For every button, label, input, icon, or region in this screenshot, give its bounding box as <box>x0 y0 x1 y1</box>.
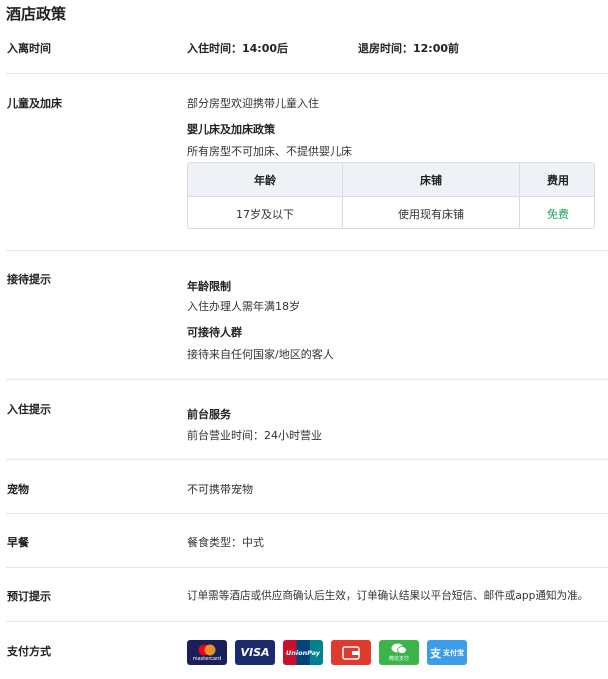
wechat-pay-icon: 微信支付 <box>379 640 419 665</box>
breakfast-label: 早餐 <box>7 536 29 549</box>
alipay-glyph-icon: 支 <box>430 646 441 660</box>
divider <box>6 621 608 622</box>
front-desk-text: 前台营业时间：24小时营业 <box>187 429 322 442</box>
cell-bed: 使用现有床铺 <box>398 207 464 221</box>
wallet-glyph-icon <box>342 645 360 660</box>
page-title: 酒店政策 <box>6 5 67 23</box>
header-age: 年龄 <box>254 173 276 187</box>
age-limit-text: 入住办理人需年满18岁 <box>187 300 300 313</box>
checkin-label: 入离时间 <box>7 42 51 55</box>
booking-label: 预订提示 <box>7 590 51 603</box>
crib-policy-text: 所有房型不可加床、不提供婴儿床 <box>187 145 352 158</box>
children-intro: 部分房型欢迎携带儿童入住 <box>187 97 319 110</box>
header-bed: 床铺 <box>420 173 442 187</box>
cell-fee: 免费 <box>547 207 569 221</box>
unionpay-icon: UnionPay <box>283 640 323 665</box>
booking-text: 订单需等酒店或供应商确认后生效，订单确认结果以平台短信、邮件或app通知为准。 <box>187 590 589 602</box>
mastercard-text: mastercard <box>192 655 222 662</box>
checkin-time-row: 入住时间：14:00后 <box>187 40 288 56</box>
reception-label: 接待提示 <box>7 273 51 286</box>
cell-age: 17岁及以下 <box>236 207 294 221</box>
visa-icon: VISA <box>235 640 275 665</box>
payment-label: 支付方式 <box>7 645 51 658</box>
crib-policy-title: 婴儿床及加床政策 <box>187 123 275 136</box>
alipay-text: 支付宝 <box>443 648 464 657</box>
divider <box>6 250 608 251</box>
wallet-icon <box>331 640 371 665</box>
front-desk-title: 前台服务 <box>187 408 231 421</box>
children-label: 儿童及加床 <box>7 97 62 110</box>
checkout-time-row: 退房时间：12:00前 <box>358 40 459 56</box>
divider <box>6 379 608 380</box>
guests-title: 可接待人群 <box>187 326 242 339</box>
pets-text: 不可携带宠物 <box>187 483 253 496</box>
divider <box>6 73 608 74</box>
crib-policy-table: 年龄 床铺 费用 17岁及以下 使用现有床铺 免费 <box>187 162 595 229</box>
divider <box>6 513 608 514</box>
wechat-pay-text: 微信支付 <box>388 656 409 662</box>
age-limit-title: 年龄限制 <box>187 280 231 293</box>
wechat-bubble-icon <box>391 643 407 654</box>
divider <box>6 459 608 460</box>
checkin-tips-label: 入住提示 <box>7 403 51 416</box>
unionpay-text: UnionPay <box>286 648 320 657</box>
header-fee: 费用 <box>547 173 569 187</box>
mastercard-circles-icon <box>198 644 216 655</box>
checkout-time-label: 退房时间： <box>358 42 413 55</box>
pets-label: 宠物 <box>7 483 29 496</box>
divider <box>6 567 608 568</box>
breakfast-text: 餐食类型：中式 <box>187 536 264 549</box>
alipay-icon: 支 支付宝 <box>427 640 467 665</box>
checkin-time-label: 入住时间： <box>187 42 242 55</box>
mastercard-icon: mastercard <box>187 640 227 665</box>
checkout-time-value: 12:00前 <box>413 42 460 55</box>
guests-text: 接待来自任何国家/地区的客人 <box>187 348 334 361</box>
visa-text: VISA <box>240 646 270 659</box>
checkin-time-value: 14:00后 <box>242 42 289 55</box>
